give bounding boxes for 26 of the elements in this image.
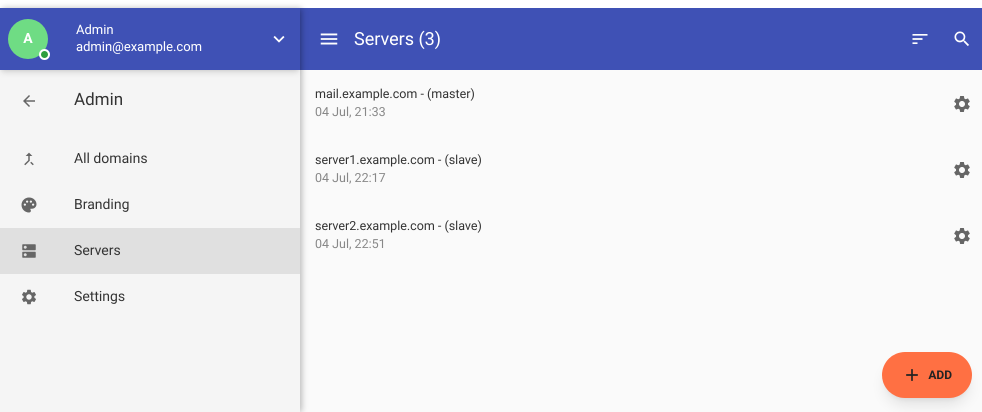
search-icon[interactable] bbox=[952, 29, 972, 49]
sidebar-title: Admin bbox=[74, 89, 124, 112]
server-row[interactable]: server1.example.com - (slave) 04 Jul, 22:17 bbox=[300, 146, 982, 212]
toolbar-title: Servers (3) bbox=[354, 28, 442, 52]
sidebar-item[interactable]: Branding bbox=[0, 182, 300, 228]
server-icon bbox=[20, 242, 38, 260]
palette-icon bbox=[20, 196, 38, 214]
settings-icon[interactable] bbox=[952, 226, 972, 246]
server-name: server1.example.com - (slave) bbox=[315, 152, 483, 170]
settings-icon bbox=[20, 288, 38, 306]
server-name: mail.example.com - (master) bbox=[315, 86, 476, 104]
server-time: 04 Jul, 22:51 bbox=[315, 236, 387, 254]
settings-icon[interactable] bbox=[952, 160, 972, 180]
server-name: server2.example.com - (slave) bbox=[315, 218, 483, 236]
sidebar-item[interactable]: All domains bbox=[0, 136, 300, 182]
account-name: Admin bbox=[76, 22, 115, 39]
sidebar-item[interactable]: Settings bbox=[0, 274, 300, 320]
account-email: admin@example.com bbox=[76, 39, 204, 56]
server-time: 04 Jul, 21:33 bbox=[315, 104, 387, 122]
avatar: A bbox=[8, 19, 48, 59]
add-button[interactable]: ADD bbox=[882, 352, 972, 398]
server-time: 04 Jul, 22:17 bbox=[315, 170, 387, 188]
sidebar-item[interactable]: Servers bbox=[0, 228, 300, 274]
server-row[interactable]: server2.example.com - (slave) 04 Jul, 22:51 bbox=[300, 212, 982, 278]
settings-icon[interactable] bbox=[952, 94, 972, 114]
server-row[interactable]: mail.example.com - (master) 04 Jul, 21:33 bbox=[300, 80, 982, 146]
